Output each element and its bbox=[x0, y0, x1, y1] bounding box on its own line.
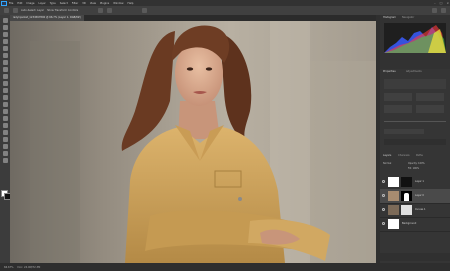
menu-3d[interactable]: 3D bbox=[82, 2, 86, 5]
type-tool-icon[interactable] bbox=[2, 130, 8, 135]
visibility-eye-icon[interactable] bbox=[382, 208, 385, 211]
history-brush-tool-icon[interactable] bbox=[2, 88, 8, 93]
distribute-icon[interactable] bbox=[107, 8, 113, 13]
menu-select[interactable]: Select bbox=[60, 2, 68, 5]
search-icon[interactable] bbox=[432, 8, 437, 13]
right-panel-dock: Histogram Navigator Properties Adjustmen… bbox=[380, 15, 450, 263]
properties-panel: Properties Adjustments bbox=[380, 69, 450, 154]
transform-controls-option[interactable]: Show Transform Controls bbox=[47, 9, 78, 12]
visibility-eye-icon[interactable] bbox=[382, 194, 385, 197]
menu-view[interactable]: View bbox=[90, 2, 96, 5]
status-bar: 66.67% Doc: 24.9M/72.3M bbox=[0, 263, 450, 271]
workspace-icon[interactable] bbox=[441, 8, 446, 13]
menu-file[interactable]: File bbox=[9, 2, 13, 5]
brush-tool-icon[interactable] bbox=[2, 74, 8, 79]
crop-tool-icon[interactable] bbox=[2, 46, 8, 51]
menu-help[interactable]: Help bbox=[128, 2, 134, 5]
paths-tab[interactable]: Paths bbox=[416, 154, 423, 157]
visibility-eye-icon[interactable] bbox=[382, 222, 385, 225]
properties-tab[interactable]: Properties bbox=[383, 70, 396, 73]
channels-tab[interactable]: Channels bbox=[398, 154, 410, 157]
layer-row[interactable]: Curves 1 bbox=[380, 203, 450, 218]
layer-row[interactable]: Layer 1 bbox=[380, 175, 450, 190]
layers-panel: Layers Channels Paths Normal Opacity: 10… bbox=[380, 153, 450, 263]
pen-tool-icon[interactable] bbox=[2, 123, 8, 128]
minimize-icon[interactable]: – bbox=[434, 1, 436, 5]
adjustments-tab[interactable]: Adjustments bbox=[406, 70, 422, 73]
zoom-tool-icon[interactable] bbox=[2, 158, 8, 163]
marquee-tool-icon[interactable] bbox=[2, 25, 8, 30]
menu-filter[interactable]: Filter bbox=[72, 2, 78, 5]
zoom-level[interactable]: 66.67% bbox=[4, 266, 14, 269]
lasso-tool-icon[interactable] bbox=[2, 32, 8, 37]
photoshop-logo-icon bbox=[1, 0, 7, 6]
eyedropper-tool-icon[interactable] bbox=[2, 60, 8, 65]
gradient-tool-icon[interactable] bbox=[2, 102, 8, 107]
blur-tool-icon[interactable] bbox=[2, 109, 8, 114]
frame-tool-icon[interactable] bbox=[2, 53, 8, 58]
dodge-tool-icon[interactable] bbox=[2, 116, 8, 121]
eraser-tool-icon[interactable] bbox=[2, 95, 8, 100]
menu-type[interactable]: Type bbox=[50, 2, 56, 5]
menu-plugins[interactable]: Plugins bbox=[100, 2, 109, 5]
doc-info: Doc: 24.9M/72.3M bbox=[17, 265, 41, 269]
auto-select-option[interactable]: Auto-Select: Layer bbox=[21, 9, 44, 12]
visibility-eye-icon[interactable] bbox=[382, 180, 385, 183]
maximize-icon[interactable]: □ bbox=[440, 1, 443, 5]
blend-mode-select[interactable]: Normal bbox=[383, 162, 391, 165]
layer-row[interactable]: Background bbox=[380, 217, 450, 232]
canvas[interactable] bbox=[10, 21, 376, 263]
histogram-panel: Histogram Navigator bbox=[380, 15, 450, 70]
fill-field[interactable]: Fill: 100% bbox=[408, 167, 419, 170]
3d-mode-icon[interactable] bbox=[142, 8, 148, 13]
shape-tool-icon[interactable] bbox=[2, 144, 8, 149]
opacity-field[interactable]: Opacity: 100% bbox=[408, 162, 425, 165]
menu-layer[interactable]: Layer bbox=[39, 2, 46, 5]
move-tool-icon[interactable] bbox=[13, 8, 18, 13]
hand-tool-icon[interactable] bbox=[2, 151, 8, 156]
layer-row[interactable]: Layer 0 bbox=[380, 189, 450, 204]
navigator-tab[interactable]: Navigator bbox=[402, 16, 414, 19]
close-icon[interactable]: × bbox=[446, 1, 449, 5]
menu-window[interactable]: Window bbox=[113, 2, 123, 5]
home-icon[interactable] bbox=[4, 8, 9, 13]
menu-image[interactable]: Image bbox=[26, 2, 34, 5]
quick-select-tool-icon[interactable] bbox=[2, 39, 8, 44]
photo-canvas-image bbox=[10, 21, 376, 263]
align-icon[interactable] bbox=[98, 8, 104, 13]
layers-tab[interactable]: Layers bbox=[383, 154, 391, 157]
healing-brush-tool-icon[interactable] bbox=[2, 67, 8, 72]
clone-stamp-tool-icon[interactable] bbox=[2, 81, 8, 86]
histogram-graph bbox=[384, 23, 446, 53]
move-tool-icon[interactable] bbox=[2, 18, 8, 23]
menu-edit[interactable]: Edit bbox=[17, 2, 22, 5]
histogram-tab[interactable]: Histogram bbox=[383, 16, 396, 19]
path-select-tool-icon[interactable] bbox=[2, 137, 8, 142]
